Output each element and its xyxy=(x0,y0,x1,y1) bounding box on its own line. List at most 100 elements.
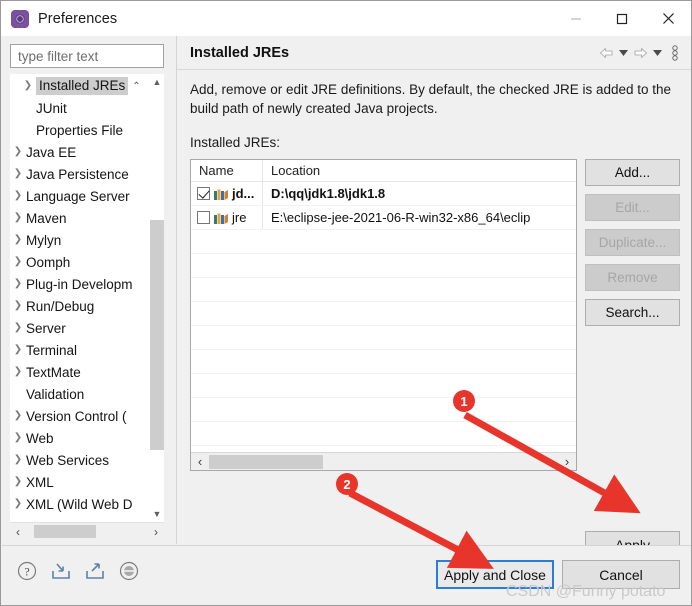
chevron-right-icon[interactable]: ❯ xyxy=(10,433,26,443)
chevron-right-icon[interactable]: ❯ xyxy=(10,213,26,223)
sidebar-item[interactable]: ❯ Plug-in Developm xyxy=(10,273,154,295)
apply-and-close-button[interactable]: Apply and Close xyxy=(436,560,554,589)
sidebar-item[interactable]: ❯ Maven xyxy=(10,207,154,229)
sidebar-item-label: Run/Debug xyxy=(26,298,95,314)
preferences-icon xyxy=(11,9,29,28)
title-bar: Preferences xyxy=(1,1,691,36)
sidebar-item[interactable]: ❯ Version Control ( xyxy=(10,405,154,427)
scroll-right-icon[interactable]: › xyxy=(148,523,164,540)
chevron-right-icon[interactable]: ❯ xyxy=(10,345,26,355)
cancel-button[interactable]: Cancel xyxy=(562,560,680,589)
chevron-right-icon[interactable]: ❯ xyxy=(10,191,26,201)
jre-checkbox[interactable] xyxy=(197,187,210,200)
tree-vertical-scrollbar[interactable]: ▲ ▼ xyxy=(150,74,164,522)
help-icon[interactable]: ? xyxy=(16,560,38,582)
forward-chevron-down-icon[interactable] xyxy=(651,42,664,64)
chevron-right-icon[interactable]: ❯ xyxy=(10,147,26,157)
tree-items: ❯Installed JREs⌃❯JUnit❯Properties File❯J… xyxy=(10,74,154,515)
sidebar-item[interactable]: ❯ Oomph xyxy=(10,251,154,273)
jre-checkbox[interactable] xyxy=(197,211,210,224)
sidebar-item[interactable]: ❯ TextMate xyxy=(10,361,154,383)
sidebar-item[interactable]: ❯JUnit xyxy=(10,97,154,119)
jre-library-icon xyxy=(213,211,229,225)
table-row[interactable]: jre E:\eclipse-jee-2021-06-R-win32-x86_64… xyxy=(191,206,576,230)
table-empty-row xyxy=(191,302,576,326)
export-icon[interactable] xyxy=(84,560,106,582)
table-scroll-right-icon[interactable]: › xyxy=(558,453,576,470)
sidebar-item[interactable]: ❯ Run/Debug xyxy=(10,295,154,317)
scrollbar-thumb-horizontal[interactable] xyxy=(34,525,96,538)
sidebar-item[interactable]: ❯ Java Persistence xyxy=(10,163,154,185)
tree-horizontal-scrollbar[interactable]: ‹ › xyxy=(10,522,164,539)
scrollbar-thumb[interactable] xyxy=(150,220,164,450)
sidebar-item-label: Plug-in Developm xyxy=(26,276,133,292)
restore-defaults-icon[interactable] xyxy=(118,560,140,582)
chevron-right-icon[interactable]: ❯ xyxy=(10,411,26,421)
column-header-name[interactable]: Name xyxy=(191,160,263,181)
scroll-up-icon[interactable]: ▲ xyxy=(150,74,164,90)
dialog-footer: ? Apply and Close Cancel xyxy=(2,545,691,605)
sidebar-item[interactable]: ❯ XML (Wild Web D xyxy=(10,493,154,515)
preferences-tree[interactable]: ❯Installed JREs⌃❯JUnit❯Properties File❯J… xyxy=(10,74,164,522)
minimize-button[interactable] xyxy=(553,1,599,36)
table-horizontal-scrollbar[interactable]: ‹ › xyxy=(191,452,576,470)
sidebar-item-label: Properties File xyxy=(36,122,124,138)
sidebar-item[interactable]: ❯ Server xyxy=(10,317,154,339)
sidebar-item[interactable]: ❯ Web Services xyxy=(10,449,154,471)
maximize-button[interactable] xyxy=(599,1,645,36)
table-empty-row xyxy=(191,422,576,446)
back-arrow-icon[interactable] xyxy=(598,42,615,64)
sidebar-item-label: Mylyn xyxy=(26,232,62,248)
chevron-right-icon[interactable]: ❯ xyxy=(10,323,26,333)
chevron-right-icon[interactable]: ❯ xyxy=(10,235,26,245)
collapse-all-icon[interactable]: ⌃ xyxy=(132,81,140,92)
table-scroll-left-icon[interactable]: ‹ xyxy=(191,453,209,470)
sidebar-item[interactable]: ❯Validation xyxy=(10,383,154,405)
sidebar-item[interactable]: ❯ Mylyn xyxy=(10,229,154,251)
sidebar-item[interactable]: ❯ Java EE xyxy=(10,141,154,163)
chevron-right-icon[interactable]: ❯ xyxy=(10,169,26,179)
sidebar-item[interactable]: ❯ Installed JREs ⌃ xyxy=(10,75,154,97)
close-button[interactable] xyxy=(645,1,691,36)
sidebar-item-label: Web Services xyxy=(26,452,110,468)
chevron-right-icon[interactable]: ❯ xyxy=(10,279,26,289)
chevron-right-icon[interactable]: ❯ xyxy=(10,367,26,377)
chevron-right-icon[interactable]: ❯ xyxy=(10,301,26,311)
chevron-right-icon[interactable]: ❯ xyxy=(20,81,36,91)
scroll-down-icon[interactable]: ▼ xyxy=(150,506,164,522)
back-chevron-down-icon[interactable] xyxy=(617,42,630,64)
scrollbar-thumb-table[interactable] xyxy=(209,455,323,469)
jre-library-icon xyxy=(213,187,229,201)
column-header-location[interactable]: Location xyxy=(263,160,576,181)
filter-box[interactable] xyxy=(10,44,164,68)
installed-jres-table[interactable]: Name Location jd... D:\qq\jdk1.8\jdk1.8 jr… xyxy=(190,159,577,471)
jre-name-cell: jd... xyxy=(191,182,263,205)
sidebar-item[interactable]: ❯ Terminal xyxy=(10,339,154,361)
jre-name-label: jre xyxy=(232,210,247,225)
add-button[interactable]: Add... xyxy=(585,159,680,186)
table-row[interactable]: jd... D:\qq\jdk1.8\jdk1.8 xyxy=(191,182,576,206)
chevron-right-icon[interactable]: ❯ xyxy=(10,257,26,267)
view-menu-icon[interactable] xyxy=(666,42,683,64)
sidebar-item[interactable]: ❯ Language Server xyxy=(10,185,154,207)
import-icon[interactable] xyxy=(50,560,72,582)
scroll-left-icon[interactable]: ‹ xyxy=(10,523,26,540)
page-header: Installed JREs xyxy=(177,36,691,70)
sidebar-item-label: Oomph xyxy=(26,254,71,270)
forward-arrow-icon[interactable] xyxy=(632,42,649,64)
table-empty-row xyxy=(191,350,576,374)
sidebar-item-label: Web xyxy=(26,430,54,446)
search-input[interactable] xyxy=(16,47,163,65)
sidebar-item[interactable]: ❯ Web xyxy=(10,427,154,449)
sidebar-item[interactable]: ❯ XML xyxy=(10,471,154,493)
sidebar-item[interactable]: ❯Properties File xyxy=(10,119,154,141)
chevron-right-icon[interactable]: ❯ xyxy=(10,499,26,509)
sidebar-item-label: Terminal xyxy=(26,342,78,358)
sidebar-item-label: TextMate xyxy=(26,364,81,380)
search-button[interactable]: Search... xyxy=(585,299,680,326)
table-empty-row xyxy=(191,374,576,398)
sidebar-item-label: Installed JREs xyxy=(36,77,129,95)
chevron-right-icon[interactable]: ❯ xyxy=(10,477,26,487)
chevron-right-icon[interactable]: ❯ xyxy=(10,455,26,465)
installed-jres-label: Installed JREs: xyxy=(190,135,281,150)
